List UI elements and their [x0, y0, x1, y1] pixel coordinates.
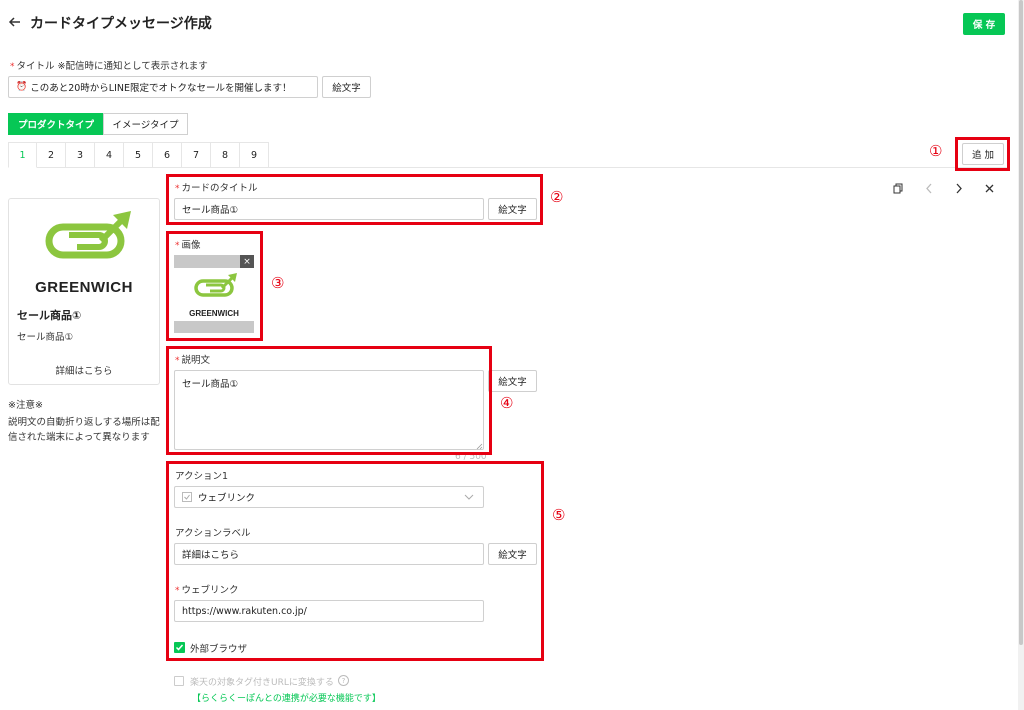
highlight-box-4	[166, 346, 492, 455]
help-icon[interactable]: ?	[338, 675, 349, 686]
message-title-label: * タイトル ※配信時に通知として表示されます	[10, 61, 208, 72]
preview-logo	[35, 207, 135, 267]
preview-brand-name: GREENWICH	[35, 279, 133, 296]
copy-icon[interactable]	[893, 183, 903, 194]
highlight-box-3	[166, 231, 263, 341]
highlight-box-2	[166, 174, 543, 225]
tab-image-type[interactable]: イメージタイプ	[103, 113, 188, 135]
page-scrollbar[interactable]	[1018, 0, 1024, 710]
preview-link[interactable]: 詳細はこちら	[9, 363, 159, 377]
chevron-left-icon[interactable]	[925, 183, 933, 194]
annotation-2: ②	[550, 188, 564, 206]
card-tab-1[interactable]: 1	[8, 142, 37, 168]
note-title: ※注意※	[8, 400, 43, 411]
tab-product-type[interactable]: プロダクトタイプ	[8, 113, 104, 135]
card-tab-5[interactable]: 5	[124, 142, 153, 168]
card-tab-7[interactable]: 7	[182, 142, 211, 168]
title-emoji-button[interactable]: 絵文字	[322, 76, 371, 98]
preview-card: GREENWICH セール商品① セール商品① 詳細はこちら	[8, 198, 160, 385]
annotation-4: ④	[500, 394, 514, 412]
card-tab-2[interactable]: 2	[37, 142, 66, 168]
integration-required-link[interactable]: 【らくらくーぽんとの連携が必要な機能です】	[192, 691, 381, 704]
alarm-clock-icon: ⏰	[16, 82, 28, 92]
scrollbar-thumb[interactable]	[1019, 0, 1023, 645]
card-tab-3[interactable]: 3	[66, 142, 95, 168]
message-title-input[interactable]: ⏰ このあと20時からLINE限定でオトクなセールを開催します！	[8, 76, 318, 98]
annotation-5: ⑤	[552, 506, 566, 524]
convert-checkbox[interactable]	[174, 676, 184, 686]
preview-title: セール商品①	[17, 309, 82, 322]
card-tab-8[interactable]: 8	[211, 142, 240, 168]
note-text: 説明文の自動折り返しする場所は配信された端末によって異なります	[8, 417, 160, 444]
card-tab-4[interactable]: 4	[95, 142, 124, 168]
annotation-3: ③	[271, 274, 285, 292]
page-title: カードタイプメッセージ作成	[30, 16, 212, 32]
highlight-box-5	[166, 461, 544, 661]
back-arrow-icon[interactable]	[8, 15, 22, 29]
close-card-icon[interactable]	[985, 184, 994, 193]
highlight-box-1	[955, 137, 1010, 171]
description-emoji-button[interactable]: 絵文字	[488, 370, 537, 392]
card-tab-9[interactable]: 9	[240, 142, 269, 168]
card-tab-6[interactable]: 6	[153, 142, 182, 168]
annotation-1: ①	[929, 142, 943, 160]
preview-description: セール商品①	[17, 332, 74, 343]
chevron-right-icon[interactable]	[955, 183, 963, 194]
save-button[interactable]: 保 存	[963, 13, 1005, 35]
convert-url-text: 楽天の対象タグ付きURLに変換する	[190, 678, 334, 688]
